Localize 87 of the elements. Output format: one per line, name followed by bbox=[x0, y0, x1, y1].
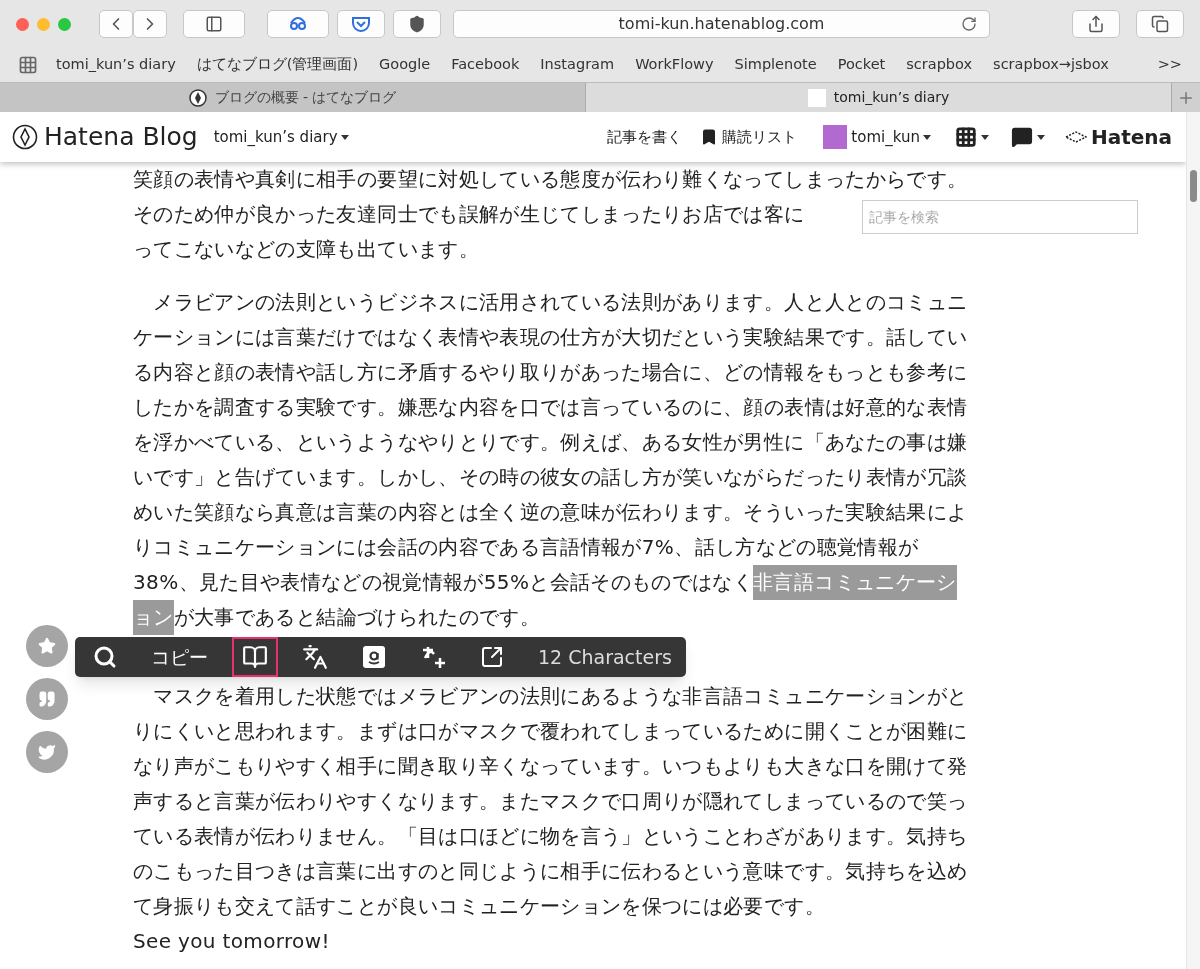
bird-icon bbox=[38, 743, 56, 761]
avatar-image bbox=[823, 125, 848, 149]
article-text-line: りにくいと思われます。まずは口がマスクで覆われてしまっているために開くことが困難に bbox=[133, 718, 968, 745]
blog-menu[interactable]: tomi_kun’s diary bbox=[213, 125, 349, 149]
star-icon bbox=[38, 637, 56, 655]
blank-favicon bbox=[807, 88, 826, 107]
article-text-line: のこもった目つきは言葉に出すのと同じように相手に伝わるという意味です。気持ちを込め bbox=[133, 858, 968, 885]
reload-icon bbox=[961, 16, 977, 32]
tabs-icon bbox=[1151, 15, 1169, 33]
more-bookmarks-button[interactable]: >> bbox=[1157, 54, 1182, 76]
sidebar-button[interactable] bbox=[183, 10, 245, 38]
share-button[interactable] bbox=[1072, 10, 1120, 38]
add-note-icon bbox=[420, 644, 446, 670]
sidebar-icon bbox=[205, 15, 223, 33]
caret-icon bbox=[340, 134, 349, 140]
write-post-link[interactable]: 記事を書く bbox=[607, 125, 683, 149]
article-text-line: なり声がこもりやすく相手に聞き取り辛くなっています。いつもよりも大きな口を開けて発 bbox=[133, 753, 968, 780]
grid-icon bbox=[954, 126, 977, 148]
pen-logo-icon bbox=[12, 124, 38, 150]
article-text-line: いです」と告げています。しかし、その時の彼女の話し方が笑いながらだったり表情が冗談 bbox=[133, 464, 968, 491]
amazon-logo-icon bbox=[362, 645, 386, 669]
article-text-line: ってこないなどの支障も出ています。 bbox=[133, 236, 479, 263]
hatena-mark-icon bbox=[1064, 131, 1087, 143]
dictionary-button[interactable] bbox=[232, 637, 278, 677]
subscriptions-link[interactable]: 購読リスト bbox=[700, 125, 798, 149]
bookmark-link[interactable]: scrapbox bbox=[906, 54, 973, 76]
article-text-line: りコミュニケーションには会話の内容である言語情報が7%、話し方などの聴覚情報が bbox=[133, 534, 919, 561]
article-text-line: そのため仲が良かった友達同士でも誤解が生じてしまったりお店では客に bbox=[133, 201, 805, 228]
article-text: が大事であると結論づけられたのです。 bbox=[173, 604, 540, 631]
copy-button[interactable]: コピー bbox=[141, 637, 218, 677]
pocket-icon bbox=[351, 15, 371, 33]
search-icon bbox=[93, 645, 117, 669]
article-text-line: ケーションには言葉だけではなく表情や表現の仕方が大切だという実験結果です。話してい bbox=[133, 324, 968, 351]
notifications-button[interactable] bbox=[1010, 126, 1045, 148]
address-bar[interactable]: tomi-kun.hatenablog.com bbox=[453, 10, 990, 38]
bookmark-link[interactable]: WorkFlowy bbox=[635, 54, 714, 76]
browser-tab[interactable]: tomi_kun’s diary bbox=[586, 83, 1172, 112]
browser-tab[interactable]: ブログの概要 - はてなブログ bbox=[0, 83, 586, 112]
caret-icon bbox=[922, 134, 931, 140]
privacy-button[interactable] bbox=[393, 10, 441, 38]
speech-bubble-icon bbox=[1010, 126, 1033, 148]
bookmark-link[interactable]: Pocket bbox=[837, 54, 886, 76]
star-share-button[interactable] bbox=[26, 625, 68, 667]
back-button[interactable] bbox=[99, 10, 133, 38]
shield-icon bbox=[408, 15, 426, 33]
open-window-icon bbox=[480, 645, 504, 669]
article-text-line: メラビアンの法則というビジネスに活用されている法則があります。人と人とのコミュニ bbox=[152, 289, 968, 316]
article-text-line: を浮かべている、というようなやりとりです。例えば、ある女性が男性に「あなたの事は嫌 bbox=[133, 429, 968, 456]
article-text-line: 声すると言葉が伝わりやすくなります。またマスクで口周りが隠れてしまっているので笑っ bbox=[133, 788, 968, 815]
bookmark-link[interactable]: scrapbox→jsbox bbox=[993, 54, 1109, 76]
book-icon bbox=[242, 644, 268, 670]
article-text-line: めいた笑顔なら真意は言葉の内容とは全く逆の意味が伝わります。そういった実験結果によ bbox=[133, 499, 968, 526]
bookmark-link[interactable]: はてなブログ(管理画面) bbox=[196, 54, 359, 76]
bookmark-link[interactable]: Facebook bbox=[451, 54, 520, 76]
selected-text: ョン bbox=[133, 600, 174, 635]
article-text-line: る内容と顔の表情や話し方に矛盾するやり取りがあった場合に、どの情報をもっとも参考に bbox=[133, 359, 968, 386]
tabs-overview-button[interactable] bbox=[1136, 10, 1184, 38]
forward-button[interactable] bbox=[133, 10, 167, 38]
search-field[interactable]: 記事を検索 bbox=[862, 200, 1138, 234]
caret-icon bbox=[980, 134, 989, 140]
selected-text: 非言語コミュニケーシ bbox=[753, 565, 957, 600]
article-text-line: マスクを着用した状態ではメラビアンの法則にあるような非言語コミュニケーションがと bbox=[152, 683, 968, 710]
share-icon bbox=[1087, 15, 1105, 33]
extension-button[interactable] bbox=[267, 10, 329, 38]
character-count: 12 Characters bbox=[538, 644, 672, 670]
bookmark-link[interactable]: Simplenote bbox=[734, 54, 817, 76]
article-text-line: See you tomorrow! bbox=[133, 928, 330, 955]
scrollbar-thumb[interactable] bbox=[1190, 170, 1197, 202]
quote-icon bbox=[38, 690, 56, 708]
article-text-line: て身振りも交えて話すことが良いコミュニケーションを保つには必要です。 bbox=[133, 893, 825, 920]
article-text-line: したかを調査する実験です。嫌悪な内容を口では言っているのに、顔の表情は好意的な表情 bbox=[133, 394, 968, 421]
article-text-line: ている表情が伝わりません。「目は口ほどに物を言う」ということわざがあります。気持ち bbox=[133, 823, 968, 850]
hatena-blog-logo[interactable]: Hatena Blog bbox=[44, 118, 198, 156]
article-text-line: 笑顔の表情や真剣に相手の要望に対処している態度が伝わり難くなってしまったからです。 bbox=[133, 166, 968, 193]
apps-menu-button[interactable] bbox=[954, 126, 989, 148]
user-menu[interactable]: tomi_kun bbox=[851, 125, 931, 149]
article-text: 38%、見た目や表情などの視覚情報が55%と会話そのものではなく bbox=[133, 569, 754, 596]
translate-icon bbox=[302, 644, 328, 670]
goggles-icon bbox=[287, 15, 309, 33]
hatena-logo[interactable]: Hatena bbox=[1090, 122, 1172, 152]
bookmark-link[interactable]: tomi_kun’s diary bbox=[56, 54, 176, 76]
apps-grid-icon bbox=[18, 55, 38, 75]
bookmark-link[interactable]: Google bbox=[379, 54, 431, 76]
pen-logo-icon bbox=[188, 88, 207, 107]
pocket-button[interactable] bbox=[337, 10, 385, 38]
bookmark-link[interactable]: Instagram bbox=[540, 54, 615, 76]
caret-icon bbox=[1036, 134, 1045, 140]
